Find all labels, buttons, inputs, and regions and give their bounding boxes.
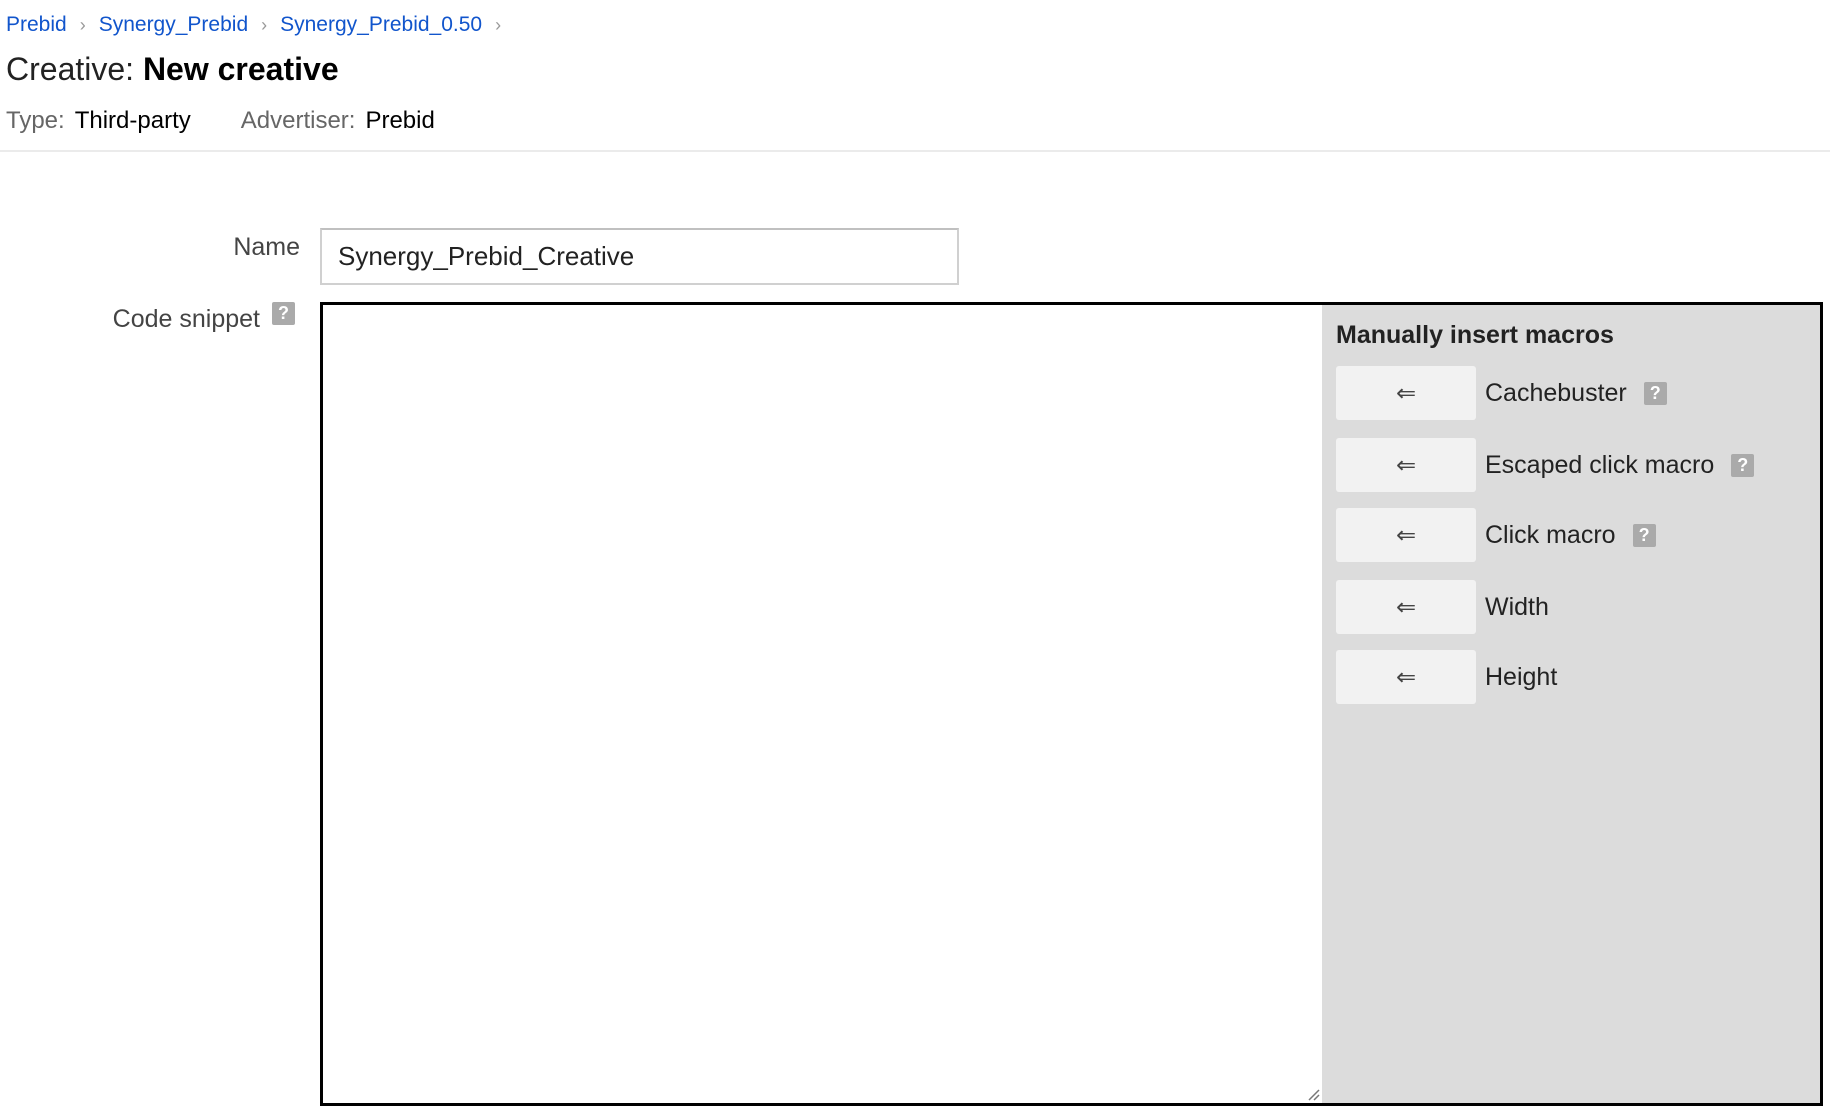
breadcrumb: Prebid › Synergy_Prebid › Synergy_Prebid… [6, 12, 514, 38]
macro-label: Escaped click macro [1485, 450, 1715, 479]
insert-escaped-click-macro-button[interactable]: ⇐ [1336, 438, 1476, 492]
insert-cachebuster-button[interactable]: ⇐ [1336, 366, 1476, 420]
macro-label: Cachebuster [1485, 378, 1627, 407]
chevron-right-icon: › [495, 15, 502, 35]
advertiser-value: Prebid [365, 107, 435, 134]
help-icon[interactable]: ? [272, 302, 295, 325]
chevron-right-icon: › [261, 15, 268, 35]
macro-row-click: ⇐ Click macro ? [1336, 508, 1656, 562]
code-snippet-label: Code snippet [112, 305, 260, 333]
type-value: Third-party [74, 107, 191, 134]
macro-panel-heading: Manually insert macros [1336, 321, 1614, 349]
name-label: Name [233, 233, 300, 261]
help-icon[interactable]: ? [1731, 453, 1755, 477]
advertiser-label: Advertiser: [240, 107, 356, 134]
breadcrumb-item-order[interactable]: Synergy_Prebid [99, 12, 248, 38]
page-title-name: New creative [142, 51, 339, 87]
chevron-right-icon: › [79, 15, 86, 35]
creative-meta: Type: Third-party Advertiser: Prebid [6, 106, 435, 136]
arrow-left-double-icon: ⇐ [1395, 593, 1417, 621]
arrow-left-double-icon: ⇐ [1395, 521, 1417, 549]
insert-click-macro-button[interactable]: ⇐ [1336, 508, 1476, 562]
header-divider [0, 150, 1830, 152]
macro-panel: Manually insert macros ⇐ Cachebuster ? ⇐… [1322, 305, 1820, 1103]
name-input[interactable] [320, 228, 959, 285]
macro-row-escaped-click: ⇐ Escaped click macro ? [1336, 438, 1755, 492]
macro-row-cachebuster: ⇐ Cachebuster ? [1336, 366, 1667, 420]
help-icon[interactable]: ? [1632, 523, 1656, 547]
arrow-left-double-icon: ⇐ [1395, 451, 1417, 479]
insert-width-button[interactable]: ⇐ [1336, 580, 1476, 634]
page-title-prefix: Creative: [6, 51, 135, 87]
breadcrumb-item-line-item[interactable]: Synergy_Prebid_0.50 [280, 12, 482, 38]
code-snippet-editor: Manually insert macros ⇐ Cachebuster ? ⇐… [320, 302, 1823, 1106]
code-snippet-textarea[interactable] [323, 305, 1322, 1103]
breadcrumb-item-prebid[interactable]: Prebid [6, 12, 67, 38]
type-label: Type: [6, 107, 65, 134]
help-icon[interactable]: ? [1643, 381, 1667, 405]
macro-row-height: ⇐ Height [1336, 650, 1557, 704]
arrow-left-double-icon: ⇐ [1395, 663, 1417, 691]
macro-label: Height [1485, 662, 1558, 691]
macro-row-width: ⇐ Width [1336, 580, 1549, 634]
insert-height-button[interactable]: ⇐ [1336, 650, 1476, 704]
macro-label: Click macro [1485, 520, 1616, 549]
macro-label: Width [1485, 592, 1549, 621]
page-title: Creative: New creative [6, 49, 339, 89]
resize-handle-icon[interactable] [1306, 1087, 1320, 1101]
arrow-left-double-icon: ⇐ [1395, 379, 1417, 407]
